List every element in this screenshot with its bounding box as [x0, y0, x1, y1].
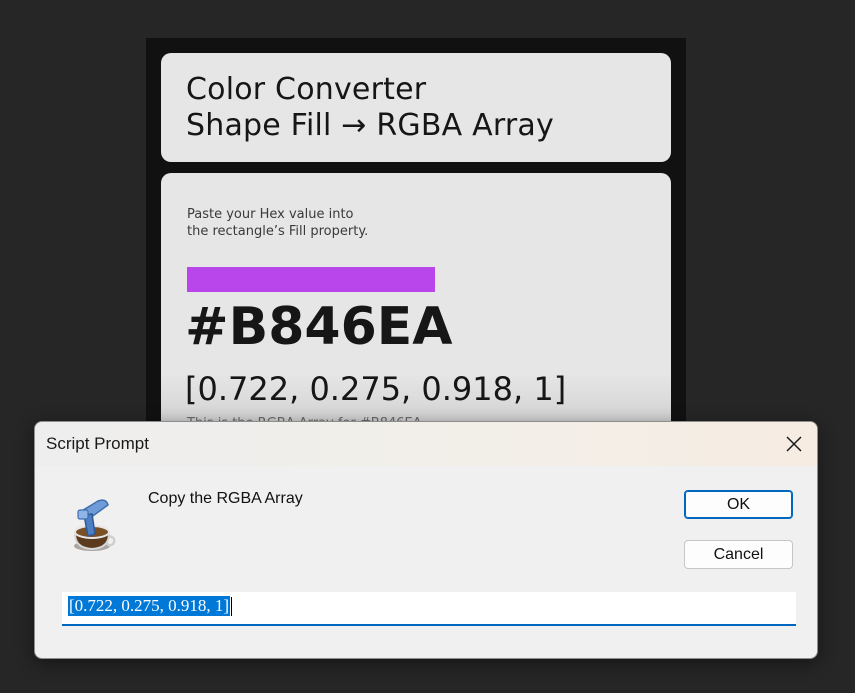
script-icon [68, 496, 118, 554]
color-swatch-rectangle[interactable] [187, 267, 435, 292]
selected-input-text: [0.722, 0.275, 0.918, 1] [68, 596, 231, 616]
ok-button[interactable]: OK [684, 490, 793, 519]
converter-card: Paste your Hex value into the rectangle’… [161, 173, 671, 428]
dialog-titlebar: Script Prompt [35, 422, 817, 466]
instruction-text: Paste your Hex value into the rectangle’… [187, 206, 368, 240]
script-prompt-dialog: Script Prompt Copy the RGBA Array OK Can… [34, 421, 818, 659]
rgba-array-value: [0.722, 0.275, 0.918, 1] [185, 370, 567, 408]
text-caret [231, 597, 232, 616]
close-icon [786, 436, 802, 452]
instruction-line-1: Paste your Hex value into [187, 207, 354, 222]
color-converter-artboard: Color Converter Shape Fill → RGBA Array … [146, 38, 686, 428]
title-line-1: Color Converter [186, 72, 427, 107]
title-card: Color Converter Shape Fill → RGBA Array [161, 53, 671, 162]
cancel-button[interactable]: Cancel [684, 540, 793, 569]
title-line-2: Shape Fill → RGBA Array [186, 108, 554, 143]
close-button[interactable] [777, 427, 811, 461]
dialog-title: Script Prompt [46, 434, 149, 453]
dialog-message: Copy the RGBA Array [148, 490, 303, 507]
hex-value: #B846EA [185, 297, 453, 357]
instruction-line-2: the rectangle’s Fill property. [187, 224, 369, 239]
rgba-array-input[interactable]: [0.722, 0.275, 0.918, 1] [62, 592, 796, 626]
